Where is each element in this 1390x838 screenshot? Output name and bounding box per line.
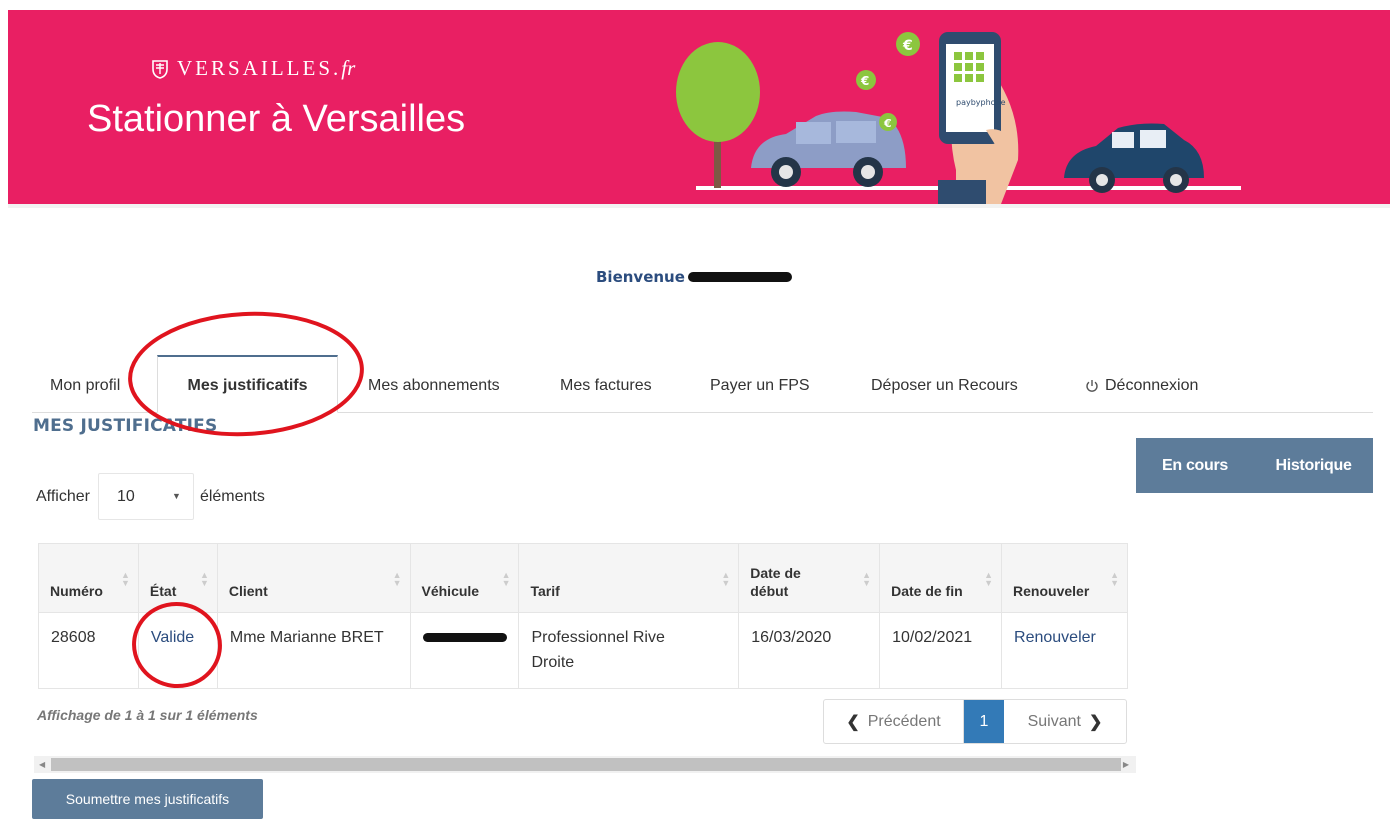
page-1-button[interactable]: 1 [964,700,1004,743]
tab-mes-justificatifs[interactable]: Mes justificatifs [157,355,338,413]
page-length-value: 10 [116,487,135,505]
tab-mes-factures[interactable]: Mes factures [560,356,652,413]
redacted-name [687,272,792,282]
en-cours-button[interactable]: En cours [1136,438,1254,493]
historique-button[interactable]: Historique [1254,438,1373,493]
column-header-tarif[interactable]: Tarif ▲ ▼ [518,543,740,613]
welcome-message: Bienvenue [596,268,792,286]
cell-date-debut: 16/03/2020 [738,612,881,689]
svg-text:€: € [883,117,892,130]
column-header-client[interactable]: Client ▲ ▼ [216,543,411,613]
section-title: MES JUSTIFICATIFS [33,416,218,436]
paybyphone-label: paybyphone [956,98,1006,107]
dropdown-arrow-icon: ▼ [172,491,181,501]
column-header-numero[interactable]: Numéro ▲ ▼ [38,543,139,613]
power-icon [1086,379,1098,392]
site-title: Stationner à Versailles [87,98,466,140]
length-menu: Afficher 10 ▼ éléments [36,473,265,520]
next-page-button[interactable]: Suivant ❯ [1004,700,1126,743]
justificatifs-table: Numéro ▲ ▼ État ▲ ▼ Client ▲ ▼ Véhicule ▲ ▼ Tari… [38,543,1128,689]
sort-icon: ▲ ▼ [862,570,872,588]
page-length-select[interactable]: 10 ▼ [97,473,194,520]
tab-mon-profil[interactable]: Mon profil [50,356,120,413]
horizontal-scrollbar[interactable]: ◀ ▶ [34,756,1136,773]
column-header-renouveler[interactable]: Renouveler ▲ ▼ [1001,543,1128,613]
chevron-left-icon: ❮ [846,713,860,731]
cell-client: Mme Marianne BRET [216,612,411,689]
crest-icon [152,59,168,79]
renouveler-link[interactable]: Renouveler [1014,629,1096,646]
sort-icon: ▲ ▼ [392,570,402,588]
sort-icon: ▲ ▼ [501,570,511,588]
scrollbar-thumb[interactable] [51,758,1121,771]
status-filter-group: En cours Historique [1136,438,1373,493]
submit-justificatifs-button[interactable]: Soumettre mes justificatifs [32,779,263,819]
column-header-etat[interactable]: État ▲ ▼ [137,543,218,613]
table-row: 28608 Valide Mme Marianne BRET Professio… [38,612,1128,689]
cell-numero: 28608 [38,612,139,689]
versailles-logo[interactable]: VERSAILLES.fr [151,56,355,81]
column-header-date-debut[interactable]: Date de début ▲ ▼ [738,543,881,613]
parking-illustration: € € € paybyphone [676,32,1241,204]
cell-date-fin: 10/02/2021 [879,612,1003,689]
sort-icon: ▲ ▼ [120,570,130,588]
cell-tarif: Professionnel Rive Droite [518,612,740,689]
site-banner: VERSAILLES.fr Stationner à Versailles € … [8,10,1390,204]
pagination: ❮ Précédent 1 Suivant ❯ [823,699,1127,744]
column-header-date-fin[interactable]: Date de fin ▲ ▼ [879,543,1003,613]
column-header-vehicule[interactable]: Véhicule ▲ ▼ [409,543,520,613]
table-info: Affichage de 1 à 1 sur 1 éléments [37,707,258,723]
sort-icon: ▲ ▼ [984,570,994,588]
welcome-text: Bienvenue [596,268,685,286]
cell-vehicule [409,612,520,689]
svg-text:€: € [860,74,869,88]
tab-deconnexion-label: Déconnexion [1105,376,1199,394]
nav-tabs: Mon profil Mes justificatifs Mes abonnem… [32,355,1373,413]
tab-mes-abonnements[interactable]: Mes abonnements [368,356,500,413]
sort-icon: ▲ ▼ [721,570,731,588]
sort-icon: ▲ ▼ [199,570,209,588]
etat-link[interactable]: Valide [151,629,194,646]
length-suffix: éléments [199,487,265,505]
length-prefix: Afficher [36,487,90,505]
chevron-right-icon: ❯ [1088,713,1103,731]
tab-payer-un-fps[interactable]: Payer un FPS [710,356,810,413]
previous-page-button[interactable]: ❮ Précédent [824,700,964,743]
scroll-right-icon[interactable]: ▶ [1123,760,1129,769]
tab-deposer-un-recours[interactable]: Déposer un Recours [871,356,1018,413]
redacted-plate [422,633,507,642]
logo-suffix: fr [341,56,356,80]
sort-icon: ▲ ▼ [1110,570,1119,588]
logo-text: VERSAILLES. [177,56,342,80]
svg-text:€: € [902,38,913,54]
banner-divider [8,204,1390,208]
scroll-left-icon[interactable]: ◀ [39,760,45,769]
tab-deconnexion[interactable]: Déconnexion [1085,356,1198,413]
